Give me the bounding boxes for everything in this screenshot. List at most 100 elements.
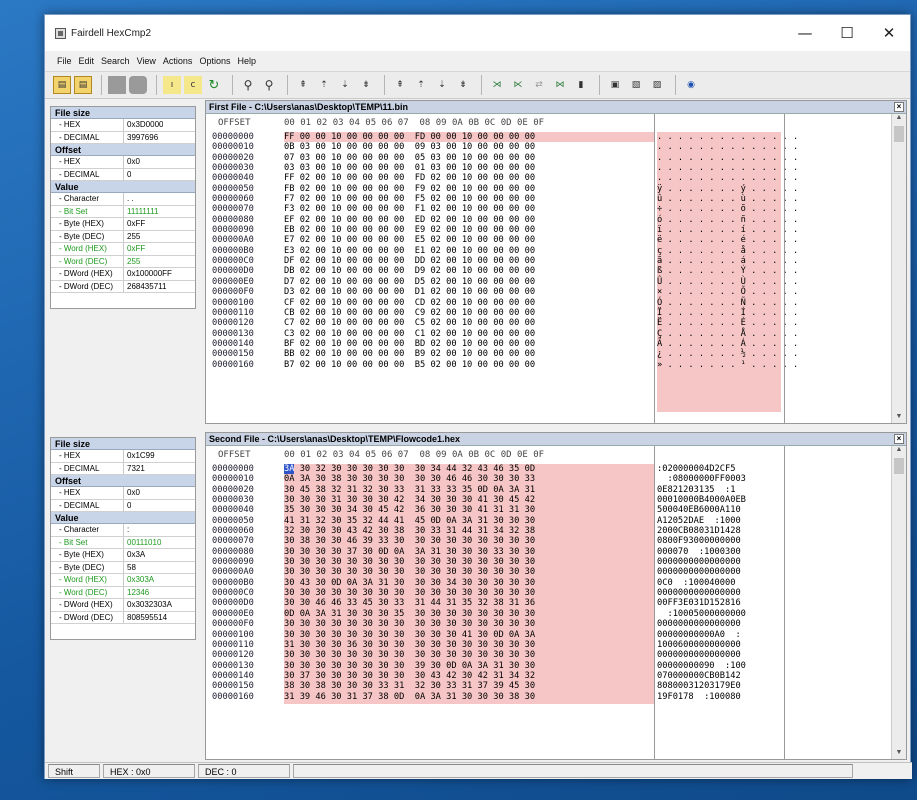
help-icon[interactable]: ◉	[682, 76, 700, 94]
nav5-icon[interactable]: ⇞	[391, 76, 409, 94]
save2-icon[interactable]	[129, 76, 147, 94]
cursor-byte[interactable]: 3A	[284, 464, 295, 474]
ascii-row[interactable]: » . . . . . . . ¹ . . . . .	[657, 360, 798, 370]
ascii-row[interactable]: ß . . . . . . . Ý . . . . .	[657, 266, 798, 276]
hex-row[interactable]: 41 31 32 30 35 32 44 41 45 0D 0A 3A 31 3…	[284, 516, 654, 526]
ascii-row[interactable]: 0000000000000000	[657, 567, 781, 577]
open2-icon[interactable]: ▤	[74, 76, 92, 94]
nav3-icon[interactable]: ⇣	[336, 76, 354, 94]
close-button[interactable]: ✕	[868, 15, 910, 51]
refresh-icon[interactable]: ↻	[205, 76, 223, 94]
close-pane-icon[interactable]: ×	[894, 434, 904, 444]
hex-row[interactable]: B7 02 00 10 00 00 00 00 B5 02 00 10 00 0…	[284, 360, 654, 370]
hex-row[interactable]: 30 30 30 30 30 30 30 30 30 30 30 30 30 3…	[284, 619, 654, 629]
find-icon[interactable]: ⚲	[239, 76, 257, 94]
ascii-row[interactable]: 00000000000A0 :	[657, 630, 781, 640]
view3-icon[interactable]: ▨	[648, 76, 666, 94]
hex-row[interactable]: BF 02 00 10 00 00 00 00 BD 02 00 10 00 0…	[284, 339, 654, 349]
ascii-row[interactable]: 0000000000000000	[657, 619, 781, 629]
ascii-row[interactable]: . . . . . . . . . . . . . .	[657, 153, 798, 163]
hex-row[interactable]: 30 43 30 0D 0A 3A 31 30 30 30 34 30 30 3…	[284, 578, 654, 588]
diff2-icon[interactable]: ⋉	[509, 76, 527, 94]
save-icon[interactable]	[108, 76, 126, 94]
ascii-row[interactable]: . . . . . . . . . . . . . .	[657, 132, 798, 142]
hex-row[interactable]: 30 30 30 30 30 30 30 30 30 30 30 30 30 3…	[284, 650, 654, 660]
hex-row[interactable]: FB 02 00 10 00 00 00 00 F9 02 00 10 00 0…	[284, 184, 654, 194]
menu-search[interactable]: Search	[101, 56, 130, 66]
hex-row[interactable]: D7 02 00 10 00 00 00 00 D5 02 00 10 00 0…	[284, 277, 654, 287]
hex-row[interactable]: C7 02 00 10 00 00 00 00 C5 02 00 10 00 0…	[284, 318, 654, 328]
hex-row[interactable]: CF 02 00 10 00 00 00 00 CD 02 00 10 00 0…	[284, 298, 654, 308]
hex-row[interactable]: E7 02 00 10 00 00 00 00 E5 02 00 10 00 0…	[284, 235, 654, 245]
hex-row[interactable]: EB 02 00 10 00 00 00 00 E9 02 00 10 00 0…	[284, 225, 654, 235]
ascii-row[interactable]: 1000600000000000	[657, 640, 781, 650]
hex-row[interactable]: FF 02 00 10 00 00 00 00 FD 02 00 10 00 0…	[284, 173, 654, 183]
ascii-row[interactable]: 500040EB6000A110	[657, 505, 781, 515]
ascii-row[interactable]: A12052DAE :1000	[657, 516, 781, 526]
hex-row[interactable]: 0B 03 00 10 00 00 00 00 09 03 00 10 00 0…	[284, 142, 654, 152]
hex-row[interactable]: DB 02 00 10 00 00 00 00 D9 02 00 10 00 0…	[284, 266, 654, 276]
ascii-row[interactable]: 19F0178 :100080	[657, 692, 781, 702]
ascii-row[interactable]: û . . . . . . . ù . . . . .	[657, 194, 798, 204]
scroll-down-icon[interactable]: ▼	[894, 413, 904, 423]
view2-icon[interactable]: ▧	[627, 76, 645, 94]
scroll-thumb[interactable]	[894, 126, 904, 142]
upper-icon[interactable]: c	[184, 76, 202, 94]
ascii-row[interactable]: Ã . . . . . . . Á . . . . .	[657, 339, 798, 349]
scroll-up-icon[interactable]: ▲	[894, 114, 904, 124]
hex-row[interactable]: EF 02 00 10 00 00 00 00 ED 02 00 10 00 0…	[284, 215, 654, 225]
ascii-row[interactable]: 0000000000000000	[657, 557, 781, 567]
menu-help[interactable]: Help	[237, 56, 256, 66]
hex-row[interactable]: CB 02 00 10 00 00 00 00 C9 02 00 10 00 0…	[284, 308, 654, 318]
minimize-button[interactable]: —	[784, 15, 826, 51]
ascii-row[interactable]: :020000004D2CF5	[657, 464, 781, 474]
scroll-up-icon[interactable]: ▲	[894, 446, 904, 456]
hex-row[interactable]: 30 38 30 30 46 39 33 30 30 30 30 30 30 3…	[284, 536, 654, 546]
menu-file[interactable]: File	[57, 56, 72, 66]
ascii-row[interactable]: 0000000000000000	[657, 650, 781, 660]
hex-row[interactable]: 30 30 30 30 30 30 30 30 30 30 30 41 30 0…	[284, 630, 654, 640]
ascii-row[interactable]: Ó . . . . . . . Ñ . . . . .	[657, 298, 798, 308]
ascii-row[interactable]: :10005000000000	[657, 609, 781, 619]
ascii-row[interactable]: 0E821203135 :1	[657, 485, 781, 495]
hex-row[interactable]: 30 30 30 30 30 30 30 30 30 30 30 30 30 3…	[284, 588, 654, 598]
view1-icon[interactable]: ▣	[606, 76, 624, 94]
hex-row[interactable]: 30 37 30 30 30 30 30 30 30 43 42 30 42 3…	[284, 671, 654, 681]
ascii-row[interactable]: 070000000CB0B142	[657, 671, 781, 681]
nav6-icon[interactable]: ⇡	[412, 76, 430, 94]
ascii-row[interactable]: Û . . . . . . . Ù . . . . .	[657, 277, 798, 287]
close-pane-icon[interactable]: ×	[894, 102, 904, 112]
nav4-icon[interactable]: ⇟	[357, 76, 375, 94]
ascii-row[interactable]: 00010000B4000A0EB	[657, 495, 781, 505]
hex-row[interactable]: 30 30 46 46 33 45 30 33 31 44 31 35 32 3…	[284, 598, 654, 608]
menu-view[interactable]: View	[137, 56, 156, 66]
ascii-row[interactable]: :08000000FF0003	[657, 474, 781, 484]
menu-actions[interactable]: Actions	[163, 56, 193, 66]
ascii-row[interactable]: × . . . . . . . Õ . . . . .	[657, 287, 798, 297]
maximize-button[interactable]: ☐	[826, 15, 868, 51]
hex-row[interactable]: 30 30 30 31 30 30 30 42 34 30 30 30 41 3…	[284, 495, 654, 505]
ascii-row[interactable]: ã . . . . . . . á . . . . .	[657, 256, 798, 266]
ascii-row[interactable]: 000070 :1000300	[657, 547, 781, 557]
hex-row[interactable]: 30 30 30 30 30 30 30 30 30 30 30 30 30 3…	[284, 567, 654, 577]
hex-row[interactable]: 32 30 30 30 43 42 30 38 30 33 31 44 31 3…	[284, 526, 654, 536]
nav8-icon[interactable]: ⇟	[454, 76, 472, 94]
ascii-row[interactable]: 00000000090 :100	[657, 661, 781, 671]
ascii-row[interactable]: ¿ . . . . . . . ½ . . . . .	[657, 349, 798, 359]
ascii-row[interactable]: ÷ . . . . . . . õ . . . . .	[657, 204, 798, 214]
hex-row[interactable]: 30 30 30 30 30 30 30 30 30 30 30 30 30 3…	[284, 557, 654, 567]
diff3-icon[interactable]: ⇄	[530, 76, 548, 94]
nav7-icon[interactable]: ⇣	[433, 76, 451, 94]
hex-row[interactable]: 30 45 38 32 31 32 30 33 31 33 33 35 0D 0…	[284, 485, 654, 495]
hex-row[interactable]: 3A 30 32 30 30 30 30 30 30 34 44 32 43 4…	[284, 464, 654, 474]
scroll-down-icon[interactable]: ▼	[894, 749, 904, 759]
ascii-row[interactable]: ç . . . . . . . å . . . . .	[657, 246, 798, 256]
ascii-row[interactable]: ÿ . . . . . . . ý . . . . .	[657, 184, 798, 194]
hex-row[interactable]: C3 02 00 10 00 00 00 00 C1 02 00 10 00 0…	[284, 329, 654, 339]
hex-row[interactable]: 30 30 30 30 30 30 30 30 39 30 0D 0A 3A 3…	[284, 661, 654, 671]
ascii-row[interactable]: Ï . . . . . . . Í . . . . .	[657, 308, 798, 318]
hex-row[interactable]: D3 02 00 10 00 00 00 00 D1 02 00 10 00 0…	[284, 287, 654, 297]
open-icon[interactable]: ▤	[53, 76, 71, 94]
ascii-row[interactable]: 80800031203179E0	[657, 681, 781, 691]
menu-edit[interactable]: Edit	[79, 56, 95, 66]
